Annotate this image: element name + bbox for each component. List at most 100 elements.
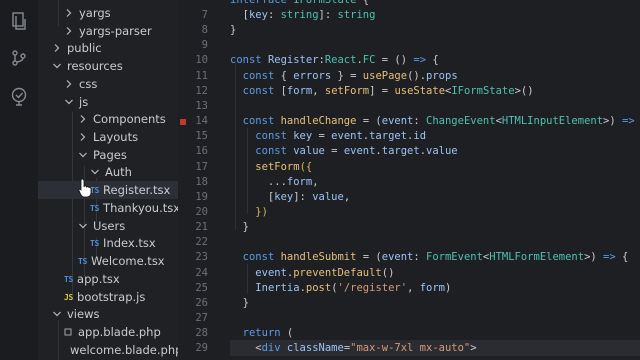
breakpoint-icon[interactable] (180, 118, 186, 125)
tree-item-label: app.blade.php (78, 325, 161, 339)
file-bootstrap-js[interactable]: JS bootstrap.js (38, 288, 178, 306)
file-register-tsx[interactable]: TS Register.tsx (38, 181, 178, 199)
ts-file-icon: TS (90, 238, 100, 248)
chevron-down-icon (91, 169, 99, 175)
ts-file-icon: TS (78, 256, 88, 266)
line-number: 28 (195, 327, 208, 340)
code-line-partial: interface IFormState { (230, 0, 369, 8)
code-line: } (230, 24, 237, 37)
code-line: <div className="max-w-7xl mx-auto"> (230, 342, 477, 355)
line-number: 8 (201, 24, 208, 37)
chevron-down-icon (53, 311, 61, 317)
code-line: } (230, 296, 249, 309)
folder-auth[interactable]: Auth (38, 163, 178, 181)
folder-js[interactable]: js (38, 93, 178, 111)
editor-gutter: 7 8 9 10 11 12 13 14 15 16 17 18 19 20 21 22 23 24 25 26 27 2… (178, 0, 230, 360)
tree-item-label: Components (93, 112, 166, 126)
tree-item-label: Thankyou.tsx (103, 201, 178, 215)
indent-guide (247, 264, 248, 294)
line-number: 19 (195, 190, 208, 203)
line-number: 11 (195, 69, 208, 82)
line-number: 18 (195, 175, 208, 188)
file-thankyou-tsx[interactable]: TS Thankyou.tsx (38, 199, 178, 217)
folder-views[interactable]: views (38, 305, 178, 323)
line-number: 24 (195, 266, 208, 279)
folder-yargs[interactable]: yargs (38, 4, 178, 22)
tree-item-label: views (67, 307, 100, 321)
chevron-right-icon (66, 9, 72, 17)
chevron-down-icon (65, 99, 73, 105)
chevron-down-icon (53, 63, 61, 69)
js-file-icon: JS (64, 292, 74, 302)
code-line: setForm({ (255, 160, 313, 173)
folder-css[interactable]: css (38, 75, 178, 93)
line-number: 27 (195, 312, 208, 324)
chevron-down-icon (79, 152, 87, 158)
chevron-right-icon (66, 27, 72, 35)
line-number: 12 (195, 84, 208, 97)
code-line: ...form, (230, 175, 319, 188)
code-editor[interactable]: interface IFormState { [key: string]: st… (230, 0, 640, 360)
line-number: 22 (195, 236, 208, 249)
code-line: const Register:React.FC = () => { (230, 54, 439, 67)
line-number: 23 (195, 251, 208, 264)
files-icon[interactable] (9, 10, 29, 30)
folder-yargs-parser[interactable]: yargs-parser (38, 22, 178, 40)
tree-item-label: Index.tsx (103, 236, 156, 250)
file-app-tsx[interactable]: TS app.tsx (38, 270, 178, 288)
tree-item-label: yargs (79, 6, 111, 20)
mouse-pointer-icon (78, 178, 92, 198)
file-index-tsx[interactable]: TS Index.tsx (38, 234, 178, 252)
file-welcome-tsx[interactable]: TS Welcome.tsx (38, 252, 178, 270)
chevron-right-icon (66, 80, 72, 88)
tree-item-label: Users (93, 219, 126, 233)
file-welcome-blade-php[interactable]: welcome.blade.php (38, 341, 178, 359)
ts-file-icon: TS (64, 274, 74, 284)
code-line: return ( (242, 327, 294, 340)
line-number: 17 (195, 160, 208, 173)
line-number: 25 (195, 281, 208, 294)
code-line: } (230, 221, 249, 234)
code-line: const handleChange = (event: ChangeEvent… (242, 115, 635, 128)
line-number: 29 (195, 342, 208, 355)
code-line: [key]: value, (230, 190, 351, 203)
line-number: 10 (195, 54, 208, 67)
code-line: [key: string]: string (230, 9, 376, 21)
indent-guide (235, 60, 236, 230)
folder-layouts[interactable]: Layouts (38, 128, 178, 146)
code-line: const [form, setForm] = useState<IFormSt… (242, 84, 534, 97)
tree-item-label: resources (67, 59, 123, 73)
folder-public[interactable]: public (38, 39, 178, 57)
line-number: 14 (195, 115, 208, 128)
line-number: 16 (195, 145, 208, 158)
explorer-sidebar: yargs yargs-parser public resources css js Com… (38, 0, 178, 360)
folder-pages[interactable]: Pages (38, 146, 178, 164)
tree-item-label: css (79, 77, 98, 91)
file-app-blade-php[interactable]: app.blade.php (38, 323, 178, 341)
activity-bar (0, 0, 38, 360)
tree-item-label: js (79, 95, 89, 109)
code-line: event.preventDefault() (255, 266, 395, 279)
code-line: Inertia.post('/register', form) (255, 281, 452, 294)
tree-item-label: yargs-parser (79, 24, 152, 38)
tree-item-label: Welcome.tsx (91, 254, 165, 268)
git-icon[interactable] (9, 48, 29, 68)
line-number: 21 (195, 221, 208, 234)
line-number: 9 (201, 39, 208, 52)
ts-file-icon: TS (90, 203, 100, 213)
folder-users[interactable]: Users (38, 217, 178, 235)
indent-guide (247, 128, 248, 214)
chevron-right-icon (80, 115, 86, 123)
folder-resources[interactable]: resources (38, 57, 178, 75)
line-number: 15 (195, 130, 208, 143)
tree-item-label: Register.tsx (103, 183, 171, 197)
code-line: const value = event.target.value (255, 145, 458, 158)
chevron-right-icon (54, 44, 60, 52)
code-line: const handleSubmit = (event: FormEvent<H… (242, 251, 629, 264)
accounts-icon[interactable] (9, 86, 29, 106)
folder-components[interactable]: Components (38, 110, 178, 128)
blade-file-icon (64, 328, 72, 336)
tree-item-label: welcome.blade.php (70, 343, 178, 357)
tree-item-label: app.tsx (77, 272, 120, 286)
line-number: 7 (201, 9, 208, 21)
